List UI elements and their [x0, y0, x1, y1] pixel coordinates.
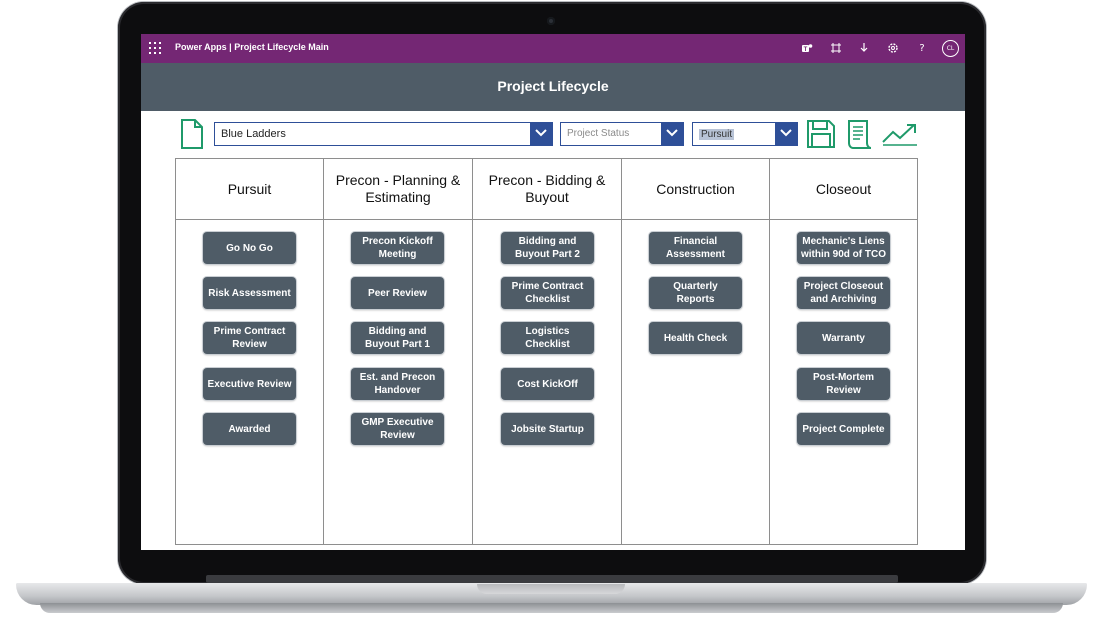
user-avatar[interactable]: CL [942, 40, 959, 57]
chevron-down-icon[interactable] [661, 123, 683, 145]
laptop-hinge [206, 575, 898, 583]
prime-contract-review-button[interactable]: Prime Contract Review [203, 322, 296, 354]
power-apps-bar: Power Apps | Project Lifecycle Main T ? … [141, 34, 965, 63]
project-status-placeholder: Project Status [567, 128, 630, 139]
column-construction: Construction Financial Assessment Quarte… [622, 159, 770, 544]
app-screen: Power Apps | Project Lifecycle Main T ? … [141, 34, 965, 550]
waffle-icon[interactable] [149, 42, 161, 54]
page-header: Project Lifecycle [141, 63, 965, 111]
laptop-base-edge [40, 603, 1063, 613]
fit-screen-icon[interactable] [829, 42, 843, 56]
logistics-checklist-button[interactable]: Logistics Checklist [501, 322, 594, 354]
lifecycle-board: Pursuit Go No Go Risk Assessment Prime C… [175, 158, 918, 545]
est-precon-handover-button[interactable]: Est. and Precon Handover [351, 368, 444, 400]
risk-assessment-button[interactable]: Risk Assessment [203, 277, 296, 309]
settings-icon[interactable] [886, 42, 900, 56]
awarded-button[interactable]: Awarded [203, 413, 296, 445]
quarterly-reports-button[interactable]: Quarterly Reports [649, 277, 742, 309]
document-icon[interactable] [180, 119, 204, 149]
project-complete-button[interactable]: Project Complete [797, 413, 890, 445]
gmp-executive-review-button[interactable]: GMP Executive Review [351, 413, 444, 445]
peer-review-button[interactable]: Peer Review [351, 277, 444, 309]
precon-kickoff-meeting-button[interactable]: Precon Kickoff Meeting [351, 232, 444, 264]
report-icon[interactable] [847, 119, 873, 154]
chevron-down-icon[interactable] [775, 123, 797, 145]
teams-icon[interactable]: T [800, 42, 814, 56]
jobsite-startup-button[interactable]: Jobsite Startup [501, 413, 594, 445]
mechanics-liens-button[interactable]: Mechanic's Liens within 90d of TCO [797, 232, 890, 264]
phase-select[interactable]: Pursuit [692, 122, 798, 146]
app-title: Power Apps | Project Lifecycle Main [175, 42, 329, 52]
laptop-notch [477, 584, 625, 594]
project-closeout-archiving-button[interactable]: Project Closeout and Archiving [797, 277, 890, 309]
bidding-buyout-part2-button[interactable]: Bidding and Buyout Part 2 [501, 232, 594, 264]
bidding-buyout-part1-button[interactable]: Bidding and Buyout Part 1 [351, 322, 444, 354]
column-pursuit: Pursuit Go No Go Risk Assessment Prime C… [176, 159, 324, 544]
help-icon[interactable]: ? [915, 42, 929, 56]
column-precon-planning: Precon - Planning & Estimating Precon Ki… [324, 159, 473, 544]
svg-text:T: T [804, 47, 808, 53]
save-icon[interactable] [806, 119, 836, 153]
column-title: Precon - Bidding & Buyout [473, 159, 621, 220]
phase-select-value: Pursuit [699, 129, 735, 140]
prime-contract-checklist-button[interactable]: Prime Contract Checklist [501, 277, 594, 309]
project-select-value: Blue Ladders [221, 128, 286, 140]
webcam [547, 17, 555, 25]
go-no-go-button[interactable]: Go No Go [203, 232, 296, 264]
column-precon-bidding: Precon - Bidding & Buyout Bidding and Bu… [473, 159, 622, 544]
warranty-button[interactable]: Warranty [797, 322, 890, 354]
post-mortem-review-button[interactable]: Post-Mortem Review [797, 368, 890, 400]
column-title: Precon - Planning & Estimating [324, 159, 472, 220]
trend-chart-icon[interactable] [882, 122, 918, 150]
project-status-select[interactable]: Project Status [560, 122, 684, 146]
download-icon[interactable] [857, 42, 871, 56]
project-select[interactable]: Blue Ladders [214, 122, 553, 146]
chevron-down-icon[interactable] [530, 123, 552, 145]
cost-kickoff-button[interactable]: Cost KickOff [501, 368, 594, 400]
health-check-button[interactable]: Health Check [649, 322, 742, 354]
column-closeout: Closeout Mechanic's Liens within 90d of … [770, 159, 917, 544]
executive-review-button[interactable]: Executive Review [203, 368, 296, 400]
financial-assessment-button[interactable]: Financial Assessment [649, 232, 742, 264]
column-title: Closeout [770, 159, 917, 220]
column-title: Construction [622, 159, 769, 220]
page-title: Project Lifecycle [497, 78, 609, 94]
column-title: Pursuit [176, 159, 323, 220]
